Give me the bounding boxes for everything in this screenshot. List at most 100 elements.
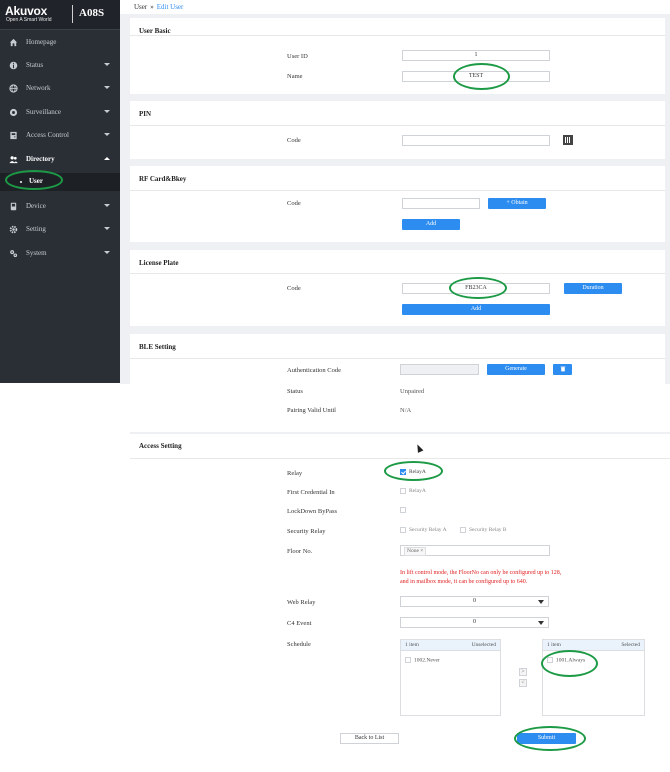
gear-icon (9, 225, 18, 234)
brand-header: Akuvox Open A Smart World A08S (0, 0, 120, 30)
panel-divider (130, 273, 665, 274)
sidebar-item-label: Surveillance (26, 108, 61, 116)
chevron-down-icon (104, 133, 110, 136)
panel-title: User Basic (139, 27, 171, 35)
info-icon (9, 61, 18, 70)
schedule-never-label: 1002.Never (414, 657, 440, 664)
first-credential-label: First Credential In (287, 489, 335, 496)
rf-code-label: Code (287, 200, 301, 207)
selected-header: 1 item Selected (543, 640, 644, 651)
qr-code-icon[interactable] (563, 135, 573, 145)
sidebar-item-access-control[interactable]: Access Control (0, 127, 120, 145)
ble-status-label: Status (287, 388, 303, 395)
schedule-never-checkbox[interactable] (405, 657, 411, 663)
generate-button[interactable]: Generate (487, 364, 545, 375)
user-id-label: User ID (287, 53, 308, 60)
breadcrumb-current: Edit User (156, 3, 184, 11)
brand-tagline: Open A Smart World (6, 17, 52, 23)
back-to-list-button[interactable]: Back to List (340, 733, 399, 744)
security-relay-a-checkbox[interactable] (400, 527, 406, 533)
duration-button[interactable]: Duration (564, 283, 622, 294)
sidebar-item-homepage[interactable]: Homepage (0, 34, 120, 52)
panel-divider (130, 125, 665, 126)
sidebar-item-label: Directory (26, 155, 55, 163)
list-item[interactable]: 1002.Never (405, 657, 440, 663)
unselected-header: 1 item Unselected (401, 640, 500, 651)
security-relay-b-checkbox[interactable] (460, 527, 466, 533)
annotation-circle-name (453, 63, 510, 90)
annotation-circle-relay (384, 461, 443, 481)
annotation-circle-schedule (541, 650, 598, 677)
lockdown-bypass-checkbox[interactable] (400, 507, 406, 513)
annotation-circle-user (5, 170, 63, 190)
security-relay-label: Security Relay (287, 528, 326, 535)
panel-title: PIN (139, 110, 152, 118)
panel-title: BLE Setting (139, 343, 176, 351)
selected-title: Selected (621, 642, 640, 648)
web-relay-label: Web Relay (287, 599, 316, 606)
pin-code-input[interactable] (402, 135, 550, 146)
relay-label: Relay (287, 470, 303, 477)
sidebar-item-setting[interactable]: Setting (0, 221, 120, 239)
panel-title: Access Setting (139, 442, 182, 450)
sidebar-item-label: Setting (26, 225, 46, 233)
device-model: A08S (79, 7, 105, 19)
rf-add-button[interactable]: Add (402, 219, 460, 230)
lockdown-bypass-label: LockDown ByPass (287, 508, 338, 515)
sidebar: Akuvox Open A Smart World A08S Homepage … (0, 0, 120, 383)
security-relay-a-label: Security Relay A (409, 527, 447, 533)
home-icon (9, 38, 18, 47)
user-id-input[interactable]: 1 (402, 50, 550, 61)
rf-code-input[interactable] (402, 198, 480, 209)
chevron-up-icon (104, 157, 110, 160)
panel-rf-card: RF Card&Bkey Code + Obtain Add (130, 166, 665, 242)
delete-auth-button[interactable] (553, 364, 572, 375)
chevron-down-icon (104, 227, 110, 230)
floor-tag-none[interactable]: None × (404, 547, 427, 556)
sidebar-item-label: Device (26, 202, 46, 210)
plate-add-button[interactable]: Add (402, 304, 550, 315)
sidebar-item-label: System (26, 249, 47, 257)
brand-logo: Akuvox (5, 4, 48, 18)
chevron-down-icon (104, 86, 110, 89)
selected-count: 1 item (547, 642, 561, 648)
panel-divider (130, 458, 670, 459)
schedule-unselected-list: 1 item Unselected 1002.Never (400, 639, 501, 716)
chevron-down-icon (104, 204, 110, 207)
panel-access-setting: Access Setting Relay RelayA First Creden… (130, 432, 670, 772)
sidebar-item-network[interactable]: Network (0, 80, 120, 98)
sidebar-item-label: Network (26, 84, 51, 92)
chevron-down-icon (104, 63, 110, 66)
sidebar-item-label: Status (26, 61, 44, 69)
sidebar-item-status[interactable]: Status (0, 57, 120, 75)
chevron-down-icon (104, 251, 110, 254)
panel-ble-setting: BLE Setting Authentication Code Generate… (130, 334, 665, 428)
sidebar-item-system[interactable]: System (0, 245, 120, 263)
schedule-label: Schedule (287, 641, 311, 648)
users-icon (9, 156, 18, 164)
move-left-button[interactable]: < (519, 679, 527, 687)
security-relay-b-label: Security Relay B (469, 527, 507, 533)
system-icon (10, 250, 18, 258)
panel-license-plate: License Plate Code FB23CA Duration Add (130, 250, 665, 326)
ble-status-value: Unpaired (400, 388, 425, 395)
pairing-valid-label: Pairing Valid Until (287, 407, 336, 414)
annotation-circle-submit (514, 726, 586, 751)
brand-separator (72, 5, 73, 23)
breadcrumb-parent[interactable]: User (134, 3, 147, 11)
name-label: Name (287, 73, 303, 80)
web-relay-select[interactable]: 0 (400, 596, 549, 607)
sidebar-item-surveillance[interactable]: Surveillance (0, 104, 120, 122)
first-credential-checkbox[interactable] (400, 488, 406, 494)
auth-code-label: Authentication Code (287, 367, 341, 374)
c4-event-select[interactable]: 0 (400, 617, 549, 628)
c4-event-label: C4 Event (287, 620, 312, 627)
sidebar-item-device[interactable]: Device (0, 198, 120, 216)
breadcrumb-separator: » (150, 3, 154, 11)
floor-note-line-1: In lift control mode, the FloorNo can on… (400, 570, 562, 576)
panel-pin: PIN Code (130, 101, 665, 159)
move-right-button[interactable]: > (519, 668, 527, 676)
panel-title: License Plate (139, 259, 179, 267)
sidebar-item-directory[interactable]: Directory (0, 151, 120, 169)
obtain-button[interactable]: + Obtain (488, 198, 546, 209)
